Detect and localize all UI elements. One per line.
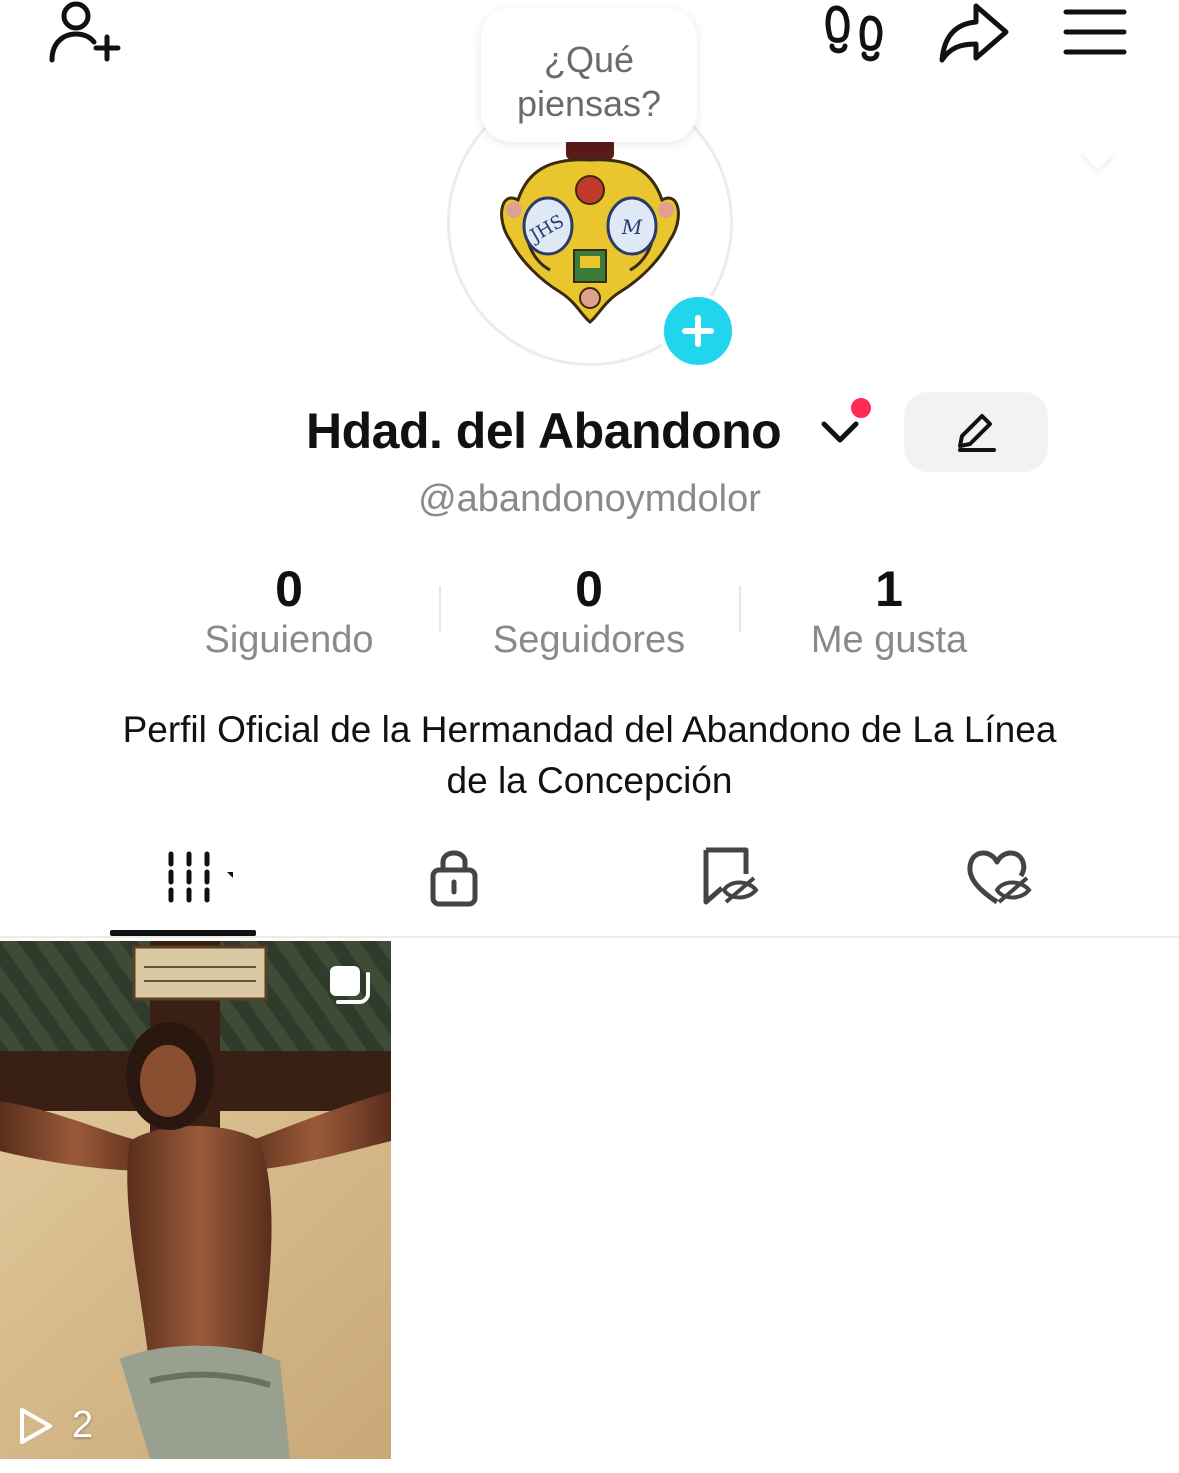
person-plus-icon <box>49 1 121 63</box>
video-play-count: 2 <box>72 1404 94 1446</box>
avatar-emblem-image: JHS M <box>490 130 690 330</box>
prompt-bubble-text: ¿Qué piensas? <box>516 39 662 124</box>
followers-label: Seguidores <box>492 619 686 661</box>
hamburger-menu-icon <box>1063 9 1127 55</box>
prompt-bubble[interactable]: ¿Qué piensas? <box>481 8 1117 170</box>
svg-text:M: M <box>621 215 643 239</box>
profile-bio: Perfil Oficial de la Hermandad del Aband… <box>122 709 1057 801</box>
multi-photo-icon <box>326 962 372 1006</box>
tab-private[interactable] <box>379 840 529 920</box>
pencil-icon <box>958 414 996 452</box>
tab-reposts[interactable] <box>652 840 802 920</box>
videos-grid-icon <box>168 851 233 903</box>
reposts-hidden-icon <box>703 847 759 905</box>
tab-videos[interactable] <box>108 840 258 920</box>
share-arrow-icon <box>939 3 1009 63</box>
following-label: Siguiendo <box>204 619 374 661</box>
stat-following[interactable]: 0 Siguiendo <box>139 560 439 662</box>
plus-icon[interactable] <box>660 293 736 369</box>
crucifix-image <box>0 941 391 1459</box>
stat-followers[interactable]: 0 Seguidores <box>439 560 739 662</box>
tab-divider <box>0 936 1179 938</box>
prompt-bubble-tail <box>1079 132 1117 170</box>
stat-likes[interactable]: 1 Me gusta <box>739 560 1039 662</box>
followers-count: 0 <box>575 561 603 617</box>
menu-button[interactable] <box>1060 6 1130 58</box>
display-name: Hdad. del Abandono <box>306 403 782 459</box>
edit-profile-button[interactable] <box>904 392 1048 472</box>
lock-icon <box>430 850 478 907</box>
liked-hidden-icon <box>967 850 1032 905</box>
likes-count: 1 <box>875 561 903 617</box>
likes-label: Me gusta <box>810 619 968 661</box>
video-thumbnail[interactable] <box>0 941 391 1459</box>
notification-dot <box>848 395 874 421</box>
tab-liked[interactable] <box>923 840 1073 920</box>
share-button[interactable] <box>936 0 1012 66</box>
add-friend-button[interactable] <box>44 0 124 70</box>
username: @abandonoymdolor <box>418 478 761 520</box>
following-count: 0 <box>275 561 303 617</box>
footprints-button[interactable] <box>822 2 888 66</box>
play-icon <box>16 1406 54 1446</box>
footprints-icon <box>825 5 883 62</box>
